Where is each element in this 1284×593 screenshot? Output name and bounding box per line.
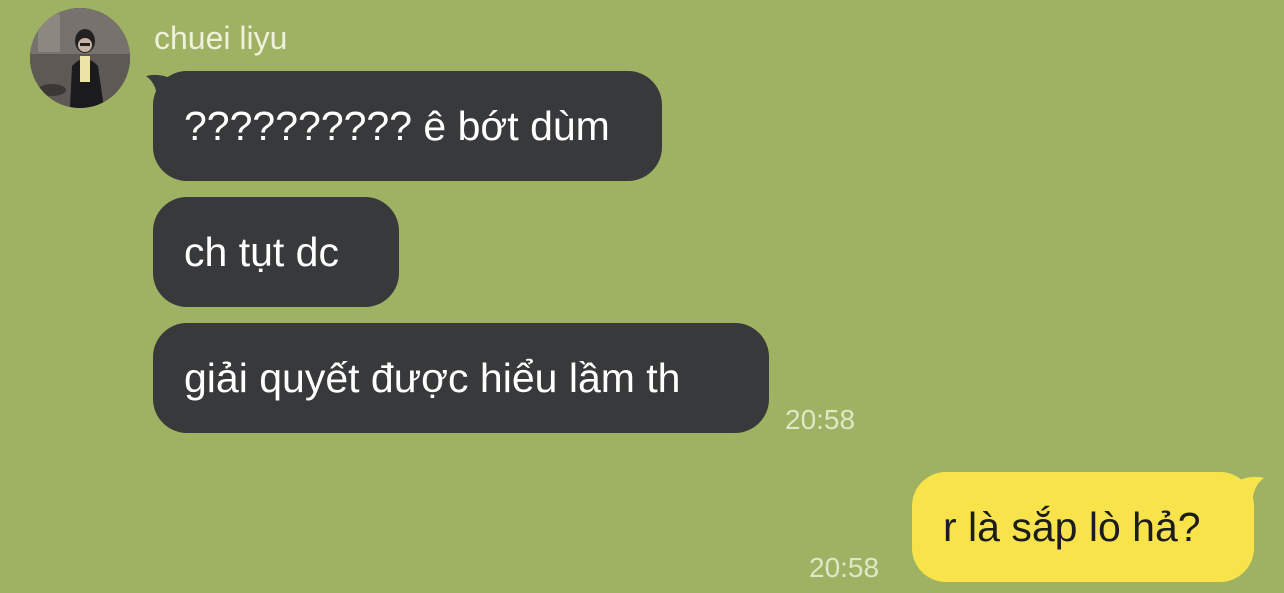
incoming-message-bubble[interactable]: giải quyết được hiểu lầm th — [153, 323, 769, 433]
message-text: r là sắp lò hả? — [943, 504, 1201, 550]
outgoing-timestamp: 20:58 — [809, 552, 880, 583]
sender-avatar[interactable] — [30, 8, 130, 108]
incoming-message-bubble[interactable]: ?????????? ê bớt dùm — [153, 71, 662, 181]
message-text: ?????????? ê bớt dùm — [184, 103, 610, 149]
avatar-photo-icon — [30, 8, 130, 108]
incoming-timestamp: 20:58 — [785, 404, 856, 435]
incoming-message-bubble[interactable]: ch tụt dc — [153, 197, 399, 307]
message-text: giải quyết được hiểu lầm th — [184, 355, 681, 401]
message-text: ch tụt dc — [184, 229, 339, 275]
outgoing-message-bubble[interactable]: r là sắp lò hả? — [912, 472, 1254, 582]
sender-name: chuei liyu — [154, 20, 288, 56]
